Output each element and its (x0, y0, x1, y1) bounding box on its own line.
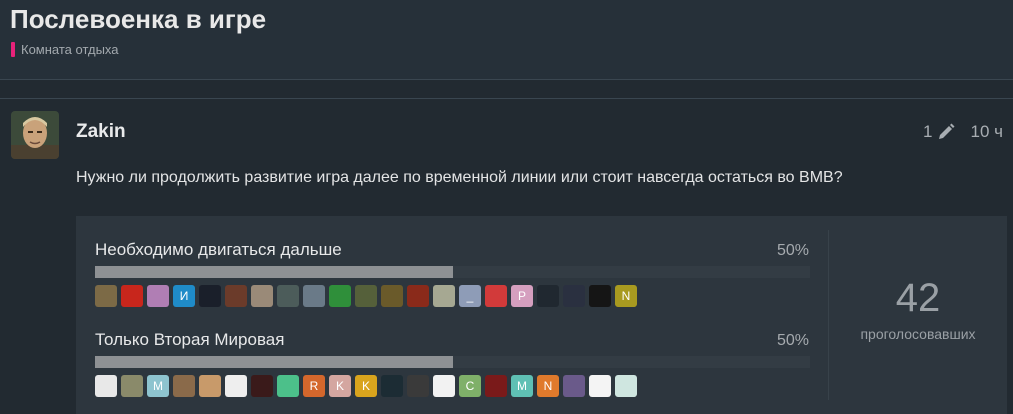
category-name: Комната отдыха (21, 42, 119, 57)
voter-avatar-letter: M (517, 379, 527, 393)
voter-avatar[interactable] (199, 285, 221, 307)
voter-avatar[interactable] (329, 285, 351, 307)
voter-avatar[interactable]: K (355, 375, 377, 397)
voter-avatar-letter: И (179, 289, 189, 303)
voter-avatar[interactable] (433, 375, 455, 397)
post-divider (0, 98, 1013, 99)
voter-avatar[interactable]: M (147, 375, 169, 397)
voter-avatar[interactable] (251, 375, 273, 397)
edit-count: 1 (923, 122, 933, 141)
poll-option-bar-fill (95, 266, 453, 278)
voter-avatar[interactable]: N (615, 285, 637, 307)
voter-avatar[interactable] (485, 285, 507, 307)
topic-header: Послевоенка в игре Комната отдыха (0, 0, 1013, 80)
post-meta: 1 10 ч (923, 122, 1003, 142)
voter-avatar[interactable] (251, 285, 273, 307)
poll-option-bar-fill (95, 356, 453, 368)
poll-option-percent: 50% (776, 242, 809, 259)
voter-avatar[interactable] (589, 285, 611, 307)
poll-voters-list: И _ P N (95, 285, 637, 307)
voter-avatar-letter: K (361, 379, 370, 393)
voter-avatar[interactable]: N (537, 375, 559, 397)
voter-avatar[interactable]: И (173, 285, 195, 307)
voter-avatar[interactable]: R (303, 375, 325, 397)
voter-avatar[interactable] (121, 375, 143, 397)
poll-option-title: Необходимо двигаться дальше (95, 240, 342, 259)
voter-avatar[interactable] (225, 375, 247, 397)
topic-title[interactable]: Послевоенка в игре (10, 4, 266, 35)
voter-avatar[interactable]: _ (459, 285, 481, 307)
poll-voters-list: MRKKCMN (95, 375, 637, 397)
voter-avatar-letter: _ (466, 289, 474, 303)
voter-avatar-letter: N (543, 379, 553, 393)
post-date[interactable]: 10 ч (971, 122, 1004, 142)
voter-avatar[interactable] (277, 285, 299, 307)
voter-avatar[interactable] (589, 375, 611, 397)
voter-avatar[interactable] (615, 375, 637, 397)
voter-avatar[interactable]: C (459, 375, 481, 397)
user-avatar[interactable] (11, 111, 59, 159)
voter-avatar[interactable] (147, 285, 169, 307)
voter-avatar[interactable] (277, 375, 299, 397)
category-badge[interactable]: Комната отдыха (11, 42, 119, 57)
voter-avatar[interactable] (563, 375, 585, 397)
voter-avatar[interactable] (95, 375, 117, 397)
poll-total-voters: 42 (895, 276, 941, 320)
voter-avatar[interactable]: M (511, 375, 533, 397)
voter-avatar[interactable] (433, 285, 455, 307)
voter-avatar[interactable]: K (329, 375, 351, 397)
voter-avatar[interactable] (537, 285, 559, 307)
voter-avatar[interactable] (407, 375, 429, 397)
voter-avatar[interactable] (485, 375, 507, 397)
voter-avatar[interactable] (381, 285, 403, 307)
voter-avatar-letter: N (621, 289, 631, 303)
poll-option-bar (95, 266, 810, 278)
voter-avatar[interactable]: P (511, 285, 533, 307)
poll-option-title: Только Вторая Мировая (95, 330, 285, 349)
post-body: Нужно ли продолжить развитие игра далее … (76, 169, 843, 186)
voter-avatar-letter: C (465, 379, 475, 393)
voter-avatar[interactable] (303, 285, 325, 307)
poll: Необходимо двигаться дальше 50% И _ P N Тол… (76, 216, 1007, 414)
avatar-portrait-icon (11, 111, 59, 159)
voter-avatar[interactable] (95, 285, 117, 307)
voter-avatar-letter: P (517, 289, 526, 303)
poll-option-percent: 50% (776, 332, 809, 349)
poll-total-label: проголосовавших (860, 326, 976, 342)
voter-avatar[interactable] (121, 285, 143, 307)
voter-avatar[interactable] (407, 285, 429, 307)
post-username[interactable]: Zakin (76, 121, 126, 143)
edit-history-button[interactable]: 1 (923, 122, 954, 142)
voter-avatar[interactable] (563, 285, 585, 307)
voter-avatar[interactable] (381, 375, 403, 397)
voter-avatar-letter: R (309, 379, 319, 393)
voter-avatar[interactable] (355, 285, 377, 307)
voter-avatar[interactable] (173, 375, 195, 397)
voter-avatar-letter: K (335, 379, 344, 393)
poll-option-bar (95, 356, 810, 368)
voter-avatar[interactable] (199, 375, 221, 397)
pencil-icon (938, 123, 954, 139)
voter-avatar[interactable] (225, 285, 247, 307)
voter-avatar-letter: M (153, 379, 163, 393)
category-color-swatch (11, 42, 15, 57)
